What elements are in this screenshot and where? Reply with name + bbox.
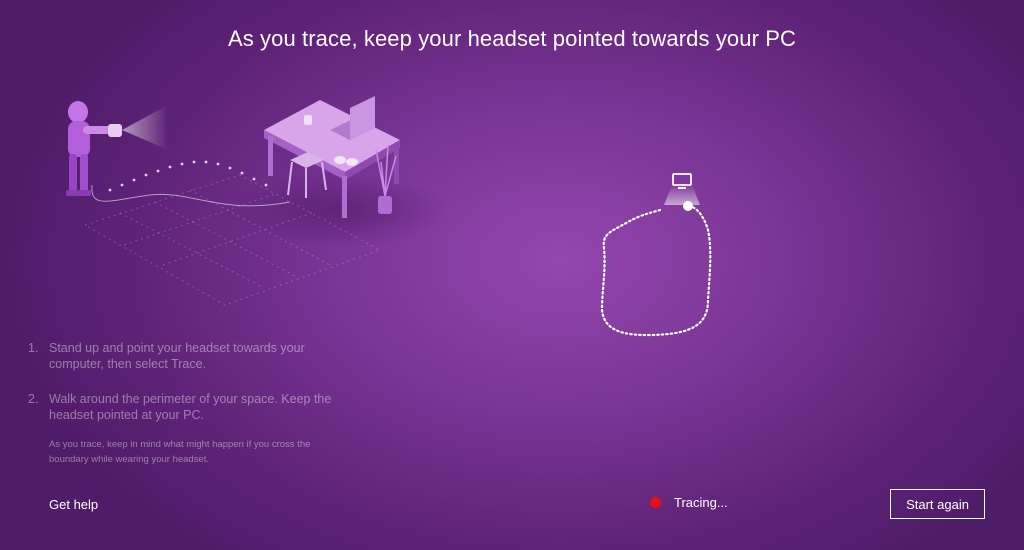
- get-help-link[interactable]: Get help: [49, 497, 98, 512]
- step-number: 1.: [28, 341, 39, 355]
- start-again-button[interactable]: Start again: [890, 489, 985, 519]
- step-text: Walk around the perimeter of your space.…: [49, 392, 332, 422]
- step-number: 2.: [28, 392, 39, 406]
- recording-dot-icon: [650, 497, 661, 508]
- instruction-step-2: 2. Walk around the perimeter of your spa…: [28, 391, 348, 423]
- dotted-trace-path: [600, 173, 712, 337]
- instructions: 1. Stand up and point your headset towar…: [28, 340, 348, 467]
- instruction-step-1: 1. Stand up and point your headset towar…: [28, 340, 348, 372]
- boundary-note: As you trace, keep in mind what might ha…: [49, 439, 311, 465]
- status-label: Tracing...: [674, 495, 728, 510]
- monitor-icon: [672, 173, 692, 189]
- person-desk-boundary-illustration: [66, 96, 450, 306]
- step-text: Stand up and point your headset towards …: [49, 341, 305, 371]
- tracing-status: Tracing...: [650, 495, 728, 510]
- page-title: As you trace, keep your headset pointed …: [227, 26, 797, 51]
